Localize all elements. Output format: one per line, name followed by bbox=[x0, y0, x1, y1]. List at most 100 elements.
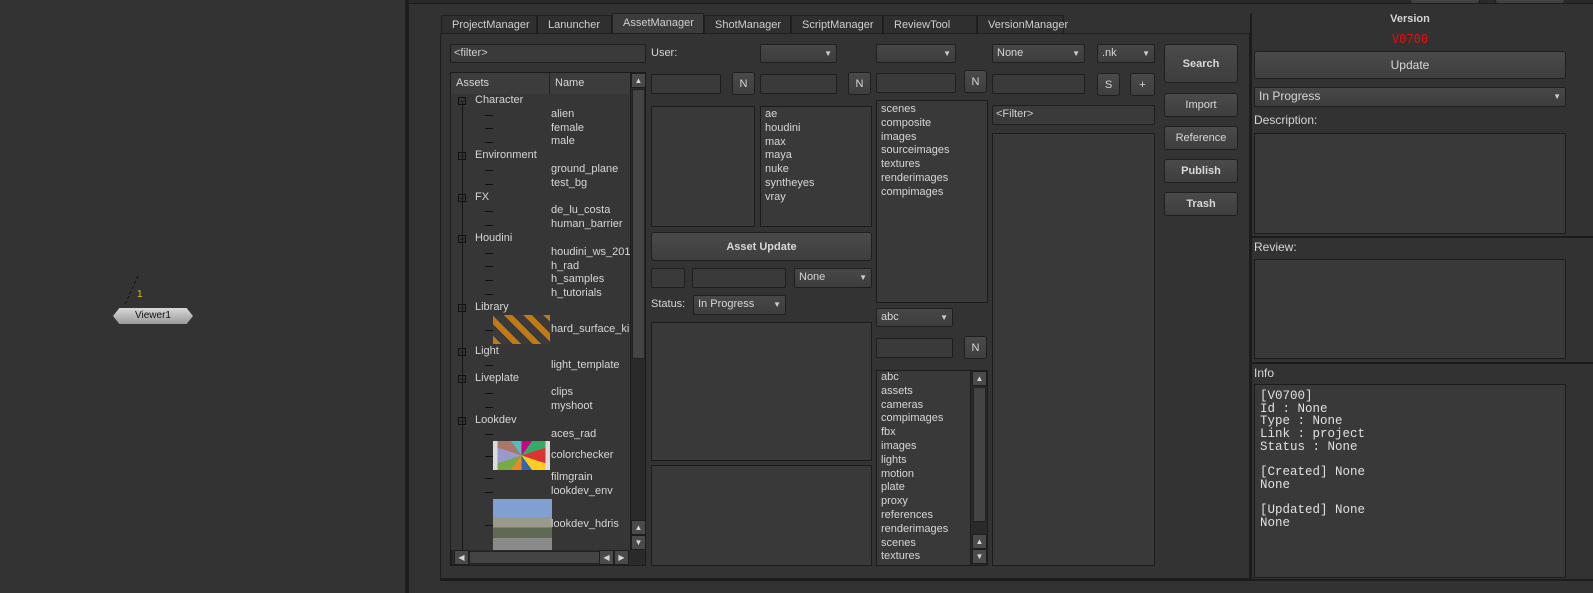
list-item[interactable]: renderimages bbox=[877, 172, 987, 186]
app-list[interactable]: ae houdini max maya nuke syntheyes vray bbox=[760, 106, 872, 227]
tree-item[interactable]: test_bg bbox=[451, 177, 630, 191]
asset-type-combo[interactable]: None ▼ bbox=[794, 268, 872, 288]
user-new-button[interactable]: N bbox=[732, 72, 755, 95]
scroll-down-icon[interactable]: ▼ bbox=[972, 549, 987, 564]
tree-item[interactable]: aces_rad bbox=[451, 428, 630, 442]
tree-group[interactable]: −Light bbox=[451, 345, 630, 359]
list-item[interactable]: max bbox=[761, 136, 871, 150]
tab-scriptmanager[interactable]: ScriptManager bbox=[791, 15, 883, 34]
file-filter-input[interactable]: <Filter> bbox=[992, 105, 1155, 125]
list-item[interactable]: maya bbox=[761, 149, 871, 163]
asset-field-1[interactable] bbox=[651, 268, 685, 288]
tab-assetmanager[interactable]: AssetManager bbox=[612, 13, 704, 34]
tree-item[interactable]: h_rad bbox=[451, 260, 630, 274]
list-item[interactable]: compimages bbox=[877, 186, 987, 200]
scroll-up-icon[interactable]: ▲ bbox=[972, 534, 987, 549]
list-item[interactable]: ae bbox=[761, 108, 871, 122]
list-item[interactable]: scenes bbox=[877, 103, 987, 117]
tree-item[interactable]: myshoot bbox=[451, 400, 630, 414]
list-item[interactable]: sourceimages bbox=[877, 144, 987, 158]
type-input[interactable] bbox=[876, 338, 953, 358]
pane-divider[interactable] bbox=[405, 0, 409, 593]
tree-item[interactable]: female bbox=[451, 122, 630, 136]
asset-tree[interactable]: Assets Name −Characteralienfemalemale−En… bbox=[450, 72, 646, 566]
folder-filter-combo[interactable]: ▼ bbox=[876, 44, 956, 63]
list-item[interactable]: syntheyes bbox=[761, 177, 871, 191]
type-new-button[interactable]: N bbox=[964, 336, 987, 359]
type-list-scrollbar[interactable]: ▲ ▲ ▼ bbox=[970, 371, 987, 565]
info-box[interactable]: [V0700] Id : None Type : None Link : projec… bbox=[1254, 384, 1566, 578]
scroll-thumb[interactable] bbox=[632, 89, 645, 359]
tree-item[interactable]: de_lu_costa bbox=[451, 204, 630, 218]
folder-input[interactable] bbox=[876, 73, 956, 93]
hscroll-thumb[interactable] bbox=[469, 551, 604, 564]
top-button-1[interactable] bbox=[1410, 0, 1480, 4]
tree-item[interactable]: hard_surface_ki bbox=[451, 314, 630, 345]
tree-header-name[interactable]: Name bbox=[550, 73, 630, 94]
file-combo[interactable]: None ▼ bbox=[992, 44, 1085, 63]
add-button[interactable]: + bbox=[1130, 73, 1155, 96]
node-graph[interactable] bbox=[0, 0, 405, 593]
user-input[interactable] bbox=[651, 74, 721, 94]
tab-shotmanager[interactable]: ShotManager bbox=[704, 15, 791, 34]
scroll-right-icon[interactable]: ▶ bbox=[614, 550, 629, 565]
app-new-button[interactable]: N bbox=[848, 72, 871, 95]
search-button[interactable]: Search bbox=[1164, 44, 1238, 83]
scroll-up-icon[interactable]: ▲ bbox=[972, 371, 987, 386]
list-item[interactable]: composite bbox=[877, 117, 987, 131]
s-button[interactable]: S bbox=[1097, 73, 1120, 96]
tree-header-assets[interactable]: Assets bbox=[451, 73, 550, 94]
description-box[interactable] bbox=[1254, 133, 1566, 234]
scroll-left-icon[interactable]: ◀ bbox=[599, 550, 614, 565]
tree-item[interactable]: lookdev_env bbox=[451, 485, 630, 499]
status-combo[interactable]: In Progress ▼ bbox=[693, 295, 786, 315]
scroll-up-icon[interactable]: ▲ bbox=[631, 73, 645, 88]
app-input[interactable] bbox=[760, 74, 837, 94]
app-filter-combo[interactable]: ▼ bbox=[760, 44, 837, 63]
tree-item[interactable]: male bbox=[451, 135, 630, 149]
scroll-down-icon[interactable]: ▼ bbox=[631, 535, 645, 550]
tree-item[interactable]: human_barrier bbox=[451, 218, 630, 232]
viewer-node[interactable]: Viewer1 bbox=[113, 308, 193, 324]
tree-vertical-scrollbar[interactable]: ▲ ▲ ▼ bbox=[630, 73, 645, 550]
tree-group[interactable]: −Houdini bbox=[451, 232, 630, 246]
tree-group[interactable]: − Character bbox=[451, 94, 630, 108]
tree-item[interactable]: lookdev_hdris bbox=[451, 499, 630, 550]
list-item[interactable]: nuke bbox=[761, 163, 871, 177]
extension-combo[interactable]: .nk ▼ bbox=[1097, 44, 1155, 63]
asset-preview-box[interactable] bbox=[651, 465, 872, 566]
asset-update-button[interactable]: Asset Update bbox=[651, 232, 872, 261]
publish-button[interactable]: Publish bbox=[1164, 159, 1238, 183]
tree-item[interactable]: ground_plane bbox=[451, 163, 630, 177]
list-item[interactable]: images bbox=[877, 131, 987, 145]
tab-lanuncher[interactable]: Lanuncher bbox=[537, 15, 612, 34]
scroll-up-icon[interactable]: ▲ bbox=[631, 520, 645, 535]
folder-new-button[interactable]: N bbox=[964, 70, 987, 93]
tree-item[interactable]: houdini_ws_201 bbox=[451, 246, 630, 260]
asset-filter-input[interactable]: <filter> bbox=[450, 44, 646, 63]
tree-item[interactable]: colorchecker bbox=[451, 441, 630, 471]
user-list[interactable] bbox=[651, 106, 755, 227]
version-status-combo[interactable]: In Progress ▼ bbox=[1254, 87, 1566, 107]
list-item[interactable]: vray bbox=[761, 191, 871, 205]
tab-versionmanager[interactable]: VersionManager bbox=[977, 15, 1068, 34]
import-button[interactable]: Import bbox=[1164, 93, 1238, 117]
tree-group[interactable]: −Liveplate bbox=[451, 372, 630, 386]
tree-item[interactable]: h_samples bbox=[451, 273, 630, 287]
file-input[interactable] bbox=[992, 74, 1085, 94]
tree-item[interactable]: h_tutorials bbox=[451, 287, 630, 301]
tree-item[interactable]: clips bbox=[451, 386, 630, 400]
folder-list[interactable]: scenes composite images sourceimages texture… bbox=[876, 100, 988, 303]
trash-button[interactable]: Trash bbox=[1164, 192, 1238, 216]
scroll-thumb[interactable] bbox=[973, 387, 986, 522]
tree-item[interactable]: alien bbox=[451, 108, 630, 122]
scroll-left-icon[interactable]: ◀ bbox=[454, 550, 469, 565]
asset-field-2[interactable] bbox=[692, 268, 786, 288]
version-update-button[interactable]: Update bbox=[1254, 51, 1566, 79]
tab-reviewtool[interactable]: ReviewTool bbox=[883, 15, 977, 34]
tree-group[interactable]: −Environment bbox=[451, 149, 630, 163]
tree-group[interactable]: −Library bbox=[451, 301, 630, 315]
tree-item[interactable]: filmgrain bbox=[451, 471, 630, 485]
list-item[interactable]: houdini bbox=[761, 122, 871, 136]
type-combo[interactable]: abc ▼ bbox=[876, 308, 953, 327]
